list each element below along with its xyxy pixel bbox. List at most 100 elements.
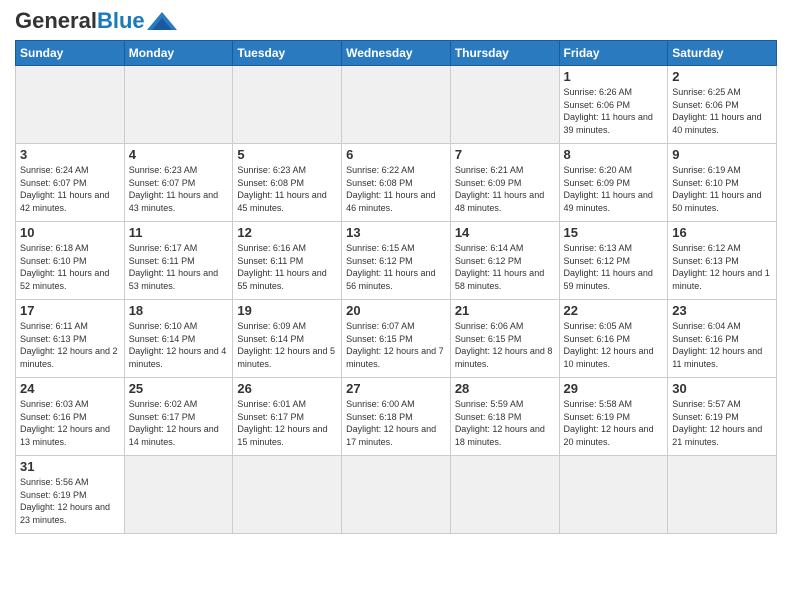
day-number: 26 [237, 381, 337, 396]
day-number: 22 [564, 303, 664, 318]
day-cell: 13Sunrise: 6:15 AM Sunset: 6:12 PM Dayli… [342, 222, 451, 300]
logo-area: GeneralBlue [15, 10, 177, 32]
day-cell: 3 Sunrise: 6:24 AM Sunset: 6:07 PM Daylig… [16, 144, 125, 222]
day-info: Sunrise: 5:56 AM Sunset: 6:19 PM Dayligh… [20, 476, 120, 526]
col-header-monday: Monday [124, 41, 233, 66]
day-info: Sunrise: 6:05 AM Sunset: 6:16 PM Dayligh… [564, 320, 664, 370]
day-cell: 4 Sunrise: 6:23 AM Sunset: 6:07 PM Daylig… [124, 144, 233, 222]
day-cell [342, 66, 451, 144]
day-info: Sunrise: 6:16 AM Sunset: 6:11 PM Dayligh… [237, 242, 337, 292]
day-info: Sunrise: 5:59 AM Sunset: 6:18 PM Dayligh… [455, 398, 555, 448]
day-cell: 9Sunrise: 6:19 AM Sunset: 6:10 PM Daylig… [668, 144, 777, 222]
day-cell: 26 Sunrise: 6:01 AM Sunset: 6:17 PM Dayli… [233, 378, 342, 456]
day-number: 27 [346, 381, 446, 396]
day-cell [124, 66, 233, 144]
day-number: 3 [20, 147, 120, 162]
day-number: 6 [346, 147, 446, 162]
day-info: Sunrise: 6:00 AM Sunset: 6:18 PM Dayligh… [346, 398, 446, 448]
day-info: Sunrise: 5:58 AM Sunset: 6:19 PM Dayligh… [564, 398, 664, 448]
day-number: 31 [20, 459, 120, 474]
day-cell [233, 66, 342, 144]
col-header-friday: Friday [559, 41, 668, 66]
day-number: 18 [129, 303, 229, 318]
day-number: 20 [346, 303, 446, 318]
week-row-1: 1 Sunrise: 6:26 AM Sunset: 6:06 PM Daylig… [16, 66, 777, 144]
day-info: Sunrise: 6:04 AM Sunset: 6:16 PM Dayligh… [672, 320, 772, 370]
day-cell: 22 Sunrise: 6:05 AM Sunset: 6:16 PM Dayli… [559, 300, 668, 378]
day-number: 15 [564, 225, 664, 240]
logo-text: GeneralBlue [15, 10, 145, 32]
logo-icon [147, 12, 177, 30]
calendar-table: SundayMondayTuesdayWednesdayThursdayFrid… [15, 40, 777, 534]
day-cell: 24Sunrise: 6:03 AM Sunset: 6:16 PM Dayli… [16, 378, 125, 456]
day-info: Sunrise: 6:14 AM Sunset: 6:12 PM Dayligh… [455, 242, 555, 292]
day-number: 30 [672, 381, 772, 396]
col-header-wednesday: Wednesday [342, 41, 451, 66]
day-cell [124, 456, 233, 534]
day-info: Sunrise: 6:01 AM Sunset: 6:17 PM Dayligh… [237, 398, 337, 448]
day-cell: 6Sunrise: 6:22 AM Sunset: 6:08 PM Daylig… [342, 144, 451, 222]
day-info: Sunrise: 6:02 AM Sunset: 6:17 PM Dayligh… [129, 398, 229, 448]
day-cell: 19Sunrise: 6:09 AM Sunset: 6:14 PM Dayli… [233, 300, 342, 378]
day-cell: 2Sunrise: 6:25 AM Sunset: 6:06 PM Daylig… [668, 66, 777, 144]
day-cell: 23 Sunrise: 6:04 AM Sunset: 6:16 PM Dayli… [668, 300, 777, 378]
day-number: 23 [672, 303, 772, 318]
day-number: 2 [672, 69, 772, 84]
day-info: Sunrise: 6:18 AM Sunset: 6:10 PM Dayligh… [20, 242, 120, 292]
day-cell: 7 Sunrise: 6:21 AM Sunset: 6:09 PM Daylig… [450, 144, 559, 222]
day-number: 25 [129, 381, 229, 396]
day-cell [233, 456, 342, 534]
calendar-page: GeneralBlue SundayMondayTuesdayWednesday… [0, 0, 792, 544]
week-row-5: 24Sunrise: 6:03 AM Sunset: 6:16 PM Dayli… [16, 378, 777, 456]
day-number: 13 [346, 225, 446, 240]
day-cell [668, 456, 777, 534]
day-cell: 27 Sunrise: 6:00 AM Sunset: 6:18 PM Dayli… [342, 378, 451, 456]
day-cell: 16 Sunrise: 6:12 AM Sunset: 6:13 PM Dayli… [668, 222, 777, 300]
col-header-thursday: Thursday [450, 41, 559, 66]
day-number: 11 [129, 225, 229, 240]
week-row-3: 10 Sunrise: 6:18 AM Sunset: 6:10 PM Dayli… [16, 222, 777, 300]
day-info: Sunrise: 6:12 AM Sunset: 6:13 PM Dayligh… [672, 242, 772, 292]
week-row-6: 31 Sunrise: 5:56 AM Sunset: 6:19 PM Dayli… [16, 456, 777, 534]
day-number: 16 [672, 225, 772, 240]
day-cell [450, 456, 559, 534]
header: GeneralBlue [15, 10, 777, 32]
day-cell: 12Sunrise: 6:16 AM Sunset: 6:11 PM Dayli… [233, 222, 342, 300]
day-number: 14 [455, 225, 555, 240]
day-number: 24 [20, 381, 120, 396]
day-number: 10 [20, 225, 120, 240]
day-number: 7 [455, 147, 555, 162]
day-number: 4 [129, 147, 229, 162]
day-cell: 8 Sunrise: 6:20 AM Sunset: 6:09 PM Daylig… [559, 144, 668, 222]
day-cell: 30 Sunrise: 5:57 AM Sunset: 6:19 PM Dayli… [668, 378, 777, 456]
day-info: Sunrise: 6:23 AM Sunset: 6:07 PM Dayligh… [129, 164, 229, 214]
day-info: Sunrise: 6:21 AM Sunset: 6:09 PM Dayligh… [455, 164, 555, 214]
day-cell: 11Sunrise: 6:17 AM Sunset: 6:11 PM Dayli… [124, 222, 233, 300]
day-number: 17 [20, 303, 120, 318]
day-number: 29 [564, 381, 664, 396]
day-cell: 29 Sunrise: 5:58 AM Sunset: 6:19 PM Dayli… [559, 378, 668, 456]
week-row-4: 17 Sunrise: 6:11 AM Sunset: 6:13 PM Dayli… [16, 300, 777, 378]
day-cell: 17 Sunrise: 6:11 AM Sunset: 6:13 PM Dayli… [16, 300, 125, 378]
day-info: Sunrise: 6:20 AM Sunset: 6:09 PM Dayligh… [564, 164, 664, 214]
day-number: 8 [564, 147, 664, 162]
day-cell: 15Sunrise: 6:13 AM Sunset: 6:12 PM Dayli… [559, 222, 668, 300]
col-header-tuesday: Tuesday [233, 41, 342, 66]
day-info: Sunrise: 5:57 AM Sunset: 6:19 PM Dayligh… [672, 398, 772, 448]
day-number: 5 [237, 147, 337, 162]
day-number: 19 [237, 303, 337, 318]
day-number: 1 [564, 69, 664, 84]
day-cell: 18Sunrise: 6:10 AM Sunset: 6:14 PM Dayli… [124, 300, 233, 378]
day-info: Sunrise: 6:23 AM Sunset: 6:08 PM Dayligh… [237, 164, 337, 214]
day-cell: 5 Sunrise: 6:23 AM Sunset: 6:08 PM Daylig… [233, 144, 342, 222]
day-info: Sunrise: 6:11 AM Sunset: 6:13 PM Dayligh… [20, 320, 120, 370]
day-cell: 25 Sunrise: 6:02 AM Sunset: 6:17 PM Dayli… [124, 378, 233, 456]
week-row-2: 3 Sunrise: 6:24 AM Sunset: 6:07 PM Daylig… [16, 144, 777, 222]
day-number: 9 [672, 147, 772, 162]
day-cell: 1 Sunrise: 6:26 AM Sunset: 6:06 PM Daylig… [559, 66, 668, 144]
day-info: Sunrise: 6:06 AM Sunset: 6:15 PM Dayligh… [455, 320, 555, 370]
day-info: Sunrise: 6:24 AM Sunset: 6:07 PM Dayligh… [20, 164, 120, 214]
day-info: Sunrise: 6:26 AM Sunset: 6:06 PM Dayligh… [564, 86, 664, 136]
day-cell: 28Sunrise: 5:59 AM Sunset: 6:18 PM Dayli… [450, 378, 559, 456]
day-cell [450, 66, 559, 144]
